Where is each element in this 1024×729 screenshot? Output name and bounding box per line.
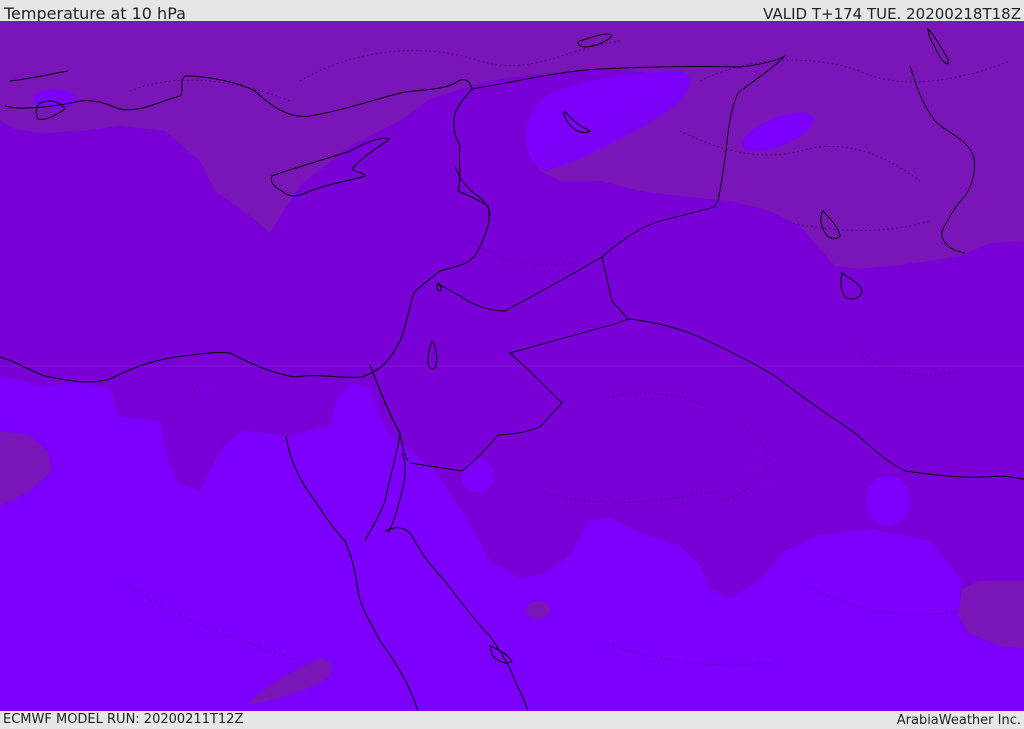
map-footer: ECMWF MODEL RUN: 20200211T12Z ArabiaWeat…: [0, 711, 1024, 729]
cool-patch-jordan: [462, 459, 494, 493]
warm-patch-red-sea: [526, 601, 550, 619]
model-run-label: ECMWF MODEL RUN: 20200211T12Z: [3, 712, 244, 727]
map-header: Temperature at 10 hPa VALID T+174 TUE. 2…: [0, 0, 1024, 23]
cool-patch-gulf: [866, 476, 910, 526]
credit-label: ArabiaWeather Inc.: [896, 713, 1021, 728]
weather-map: [0, 21, 1024, 711]
